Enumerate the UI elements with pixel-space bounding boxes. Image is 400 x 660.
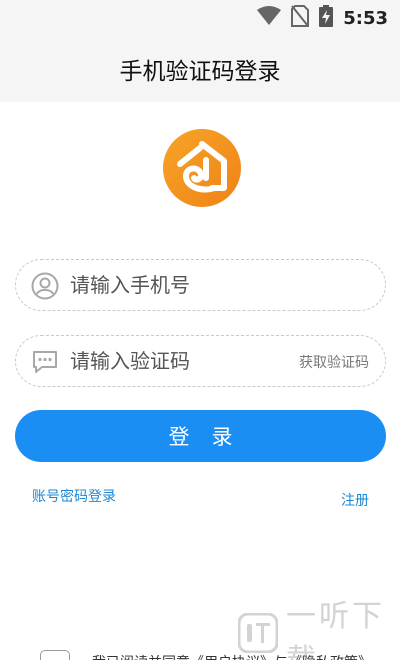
agreement-checkbox[interactable] [40,650,70,660]
watermark: 一听下载 [237,599,400,660]
status-icons: 5:53 [257,5,388,31]
get-code-button[interactable]: 获取验证码 [299,352,369,372]
wifi-icon [257,6,282,30]
watermark-text: 一听下载 [286,599,385,660]
register-link[interactable]: 注册 [341,490,369,510]
phone-field [15,259,386,311]
title-bar: 手机验证码登录 [0,36,400,102]
listen-logo-icon [237,612,279,657]
house-logo-icon [162,128,242,208]
page-title: 手机验证码登录 [119,59,281,85]
status-time: 5:53 [343,7,388,29]
user-icon [31,272,59,300]
phone-input[interactable] [70,260,370,310]
code-field: 获取验证码 [15,335,386,387]
message-icon [31,348,59,376]
status-bar: 5:53 [0,0,400,36]
battery-charging-icon [319,5,334,31]
no-sim-icon [291,5,310,31]
password-login-link[interactable]: 账号密码登录 [32,486,116,506]
login-button[interactable]: 登录 [15,410,386,462]
code-input[interactable] [70,336,290,386]
